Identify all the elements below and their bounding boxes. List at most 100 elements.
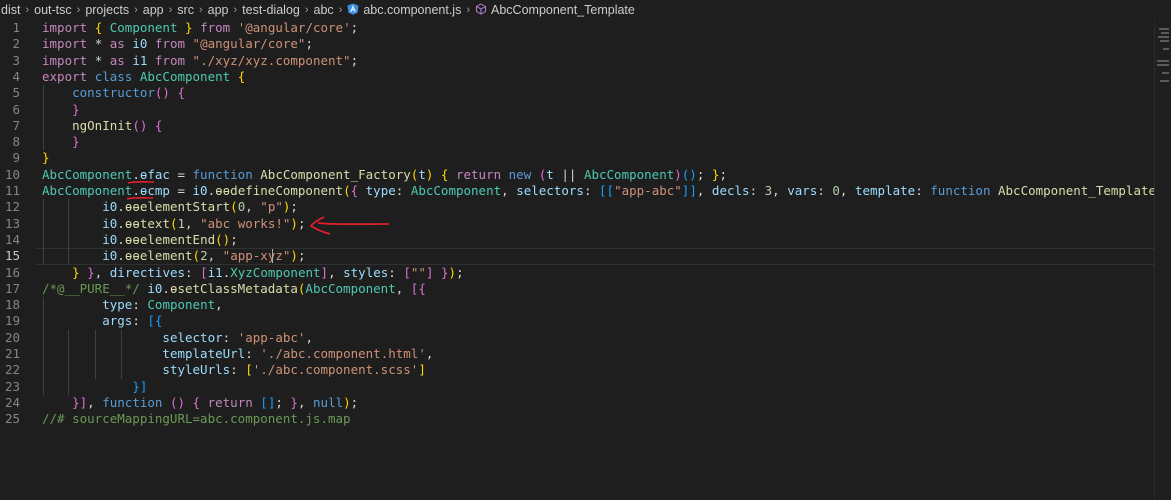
code-token: ; [350,52,359,68]
line-number: 1 [12,20,20,35]
breadcrumb-label: test-dialog [242,3,300,17]
code-line[interactable]: 24 }], function () { return []; }, null)… [0,395,1171,411]
code-line[interactable]: 15 i0.ɵɵelement(2, "app-xyz"); [0,248,1171,266]
breadcrumb-item[interactable]: projects [84,3,130,17]
code-token: templateUrl [162,346,246,361]
code-line[interactable]: 13 i0.ɵɵtext(1, "abc works!"); [0,216,1171,232]
code-token: , [696,183,712,198]
minimap[interactable] [1154,20,1171,500]
breadcrumb-label: app [142,3,164,17]
breadcrumb-item[interactable]: out-tsc [33,3,73,17]
code-line[interactable]: 16 } }, directives: [i1.XyzComponent], s… [0,265,1171,281]
code-token: [] [260,394,276,410]
code-token: , [207,248,223,264]
code-line[interactable]: 9} [0,150,1171,166]
line-number: 11 [4,183,20,198]
code-token: t [418,166,426,182]
code-token: : [583,183,599,198]
code-line[interactable]: 3 import * as i1 from "./xyz/xyz.componen… [0,53,1171,69]
code-token: }] [132,378,148,394]
code-line[interactable]: 25 //# sourceMappingURL=abc.component.js.… [0,411,1171,427]
code-text: i0.ɵɵelementEnd(); [42,232,238,248]
code-line[interactable]: 14 i0.ɵɵelementEnd(); [0,232,1171,248]
code-token: : [132,297,148,313]
line-number: 7 [12,117,20,133]
code-token: ɵɵelement [124,248,193,264]
code-token: "p" [260,199,283,215]
code-token: ; [275,394,291,410]
breadcrumb-item[interactable]: abc [313,3,335,17]
code-line[interactable]: 11 AbcComponent.ɵcmp = i0.ɵɵdefineCompone… [0,183,1171,199]
breadcrumb-item[interactable]: app [142,3,165,17]
code-line[interactable]: 12 i0.ɵɵelementStart(0, "p"); [0,199,1171,215]
code-token: ; [719,166,727,182]
code-token: ) [674,166,682,182]
code-token: ngOnInit [72,117,133,133]
line-number: 18 [4,297,20,313]
code-token: [ [200,264,208,280]
chevron-right-icon: › [168,4,173,16]
code-line[interactable]: 20 selector: 'app-abc', [0,330,1171,346]
code-token: } [72,134,80,150]
code-token: 1 [177,215,186,231]
code-token: ; [290,199,298,215]
code-token: ɵfac [139,166,170,182]
breadcrumb-item[interactable]: AbcComponent_Template [474,3,636,17]
code-text: i0.ɵɵtext(1, "abc works!"); [42,216,305,232]
code-text: constructor() { [42,85,185,101]
indent-guide [68,199,69,265]
code-token: : [222,329,238,345]
code-token: , [395,280,411,296]
code-text: } [42,150,50,166]
code-token: //# sourceMappingURL=abc.component.js.ma… [42,411,351,427]
code-token: ɵɵtext [124,215,170,231]
code-token: 'app-abc' [237,329,306,345]
code-token: "" [410,264,426,280]
code-token: i1 [132,52,155,68]
code-line[interactable]: 10 AbcComponent.ɵfac = function AbcCompon… [0,167,1171,183]
code-token: i0 [192,183,208,198]
code-line[interactable]: 23 }] [0,379,1171,395]
breadcrumb-item[interactable]: test-dialog [241,3,301,17]
code-token: AbcComponent_Factory [260,166,411,182]
code-token: , [215,297,223,313]
code-line[interactable]: 2 import * as i0 from "@angular/core"; [0,36,1171,52]
chevron-right-icon: › [233,4,238,16]
code-token: import [42,36,95,52]
code-token: { [94,20,110,35]
code-line[interactable]: 8 } [0,134,1171,150]
code-token: . [162,280,170,296]
code-line[interactable]: 7 ngOnInit() { [0,118,1171,134]
code-token: "app-abc" [614,183,682,198]
code-line[interactable]: 1 import { Component } from '@angular/cor… [0,20,1171,36]
code-text: export class AbcComponent { [42,69,245,85]
code-line[interactable]: 22 styleUrls: ['./abc.component.scss'] [0,362,1171,378]
breadcrumb-item[interactable]: dist [0,3,21,17]
code-token: import [42,52,95,68]
breadcrumb-item[interactable]: app [207,3,230,17]
breadcrumb-item[interactable]: src [176,3,195,17]
code-line[interactable]: 17 /*@__PURE__*/ i0.ɵsetClassMetadata(Abc… [0,281,1171,297]
code-token: from [154,36,193,52]
code-token: function [930,183,998,198]
code-line[interactable]: 19 args: [{ [0,313,1171,329]
line-number: 19 [4,313,20,329]
code-line[interactable]: 21 templateUrl: './abc.component.html', [0,346,1171,362]
line-number: 14 [4,231,20,247]
code-text: i0.ɵɵelementStart(0, "p"); [42,199,298,215]
line-number: 3 [12,52,20,68]
code-line[interactable]: 18 type: Component, [0,297,1171,313]
code-text: }], function () { return []; }, null); [42,395,358,411]
code-line[interactable]: 4 export class AbcComponent { [0,69,1171,85]
code-line[interactable]: 6 } [0,102,1171,118]
code-token: { [440,166,456,182]
code-editor[interactable]: 1 import { Component } from '@angular/cor… [0,20,1171,500]
code-token: () { [132,117,163,133]
code-token: "app-xyz" [222,248,291,264]
code-line[interactable]: 5 constructor() { [0,85,1171,101]
breadcrumb-item[interactable]: abc.component.js [346,3,462,17]
